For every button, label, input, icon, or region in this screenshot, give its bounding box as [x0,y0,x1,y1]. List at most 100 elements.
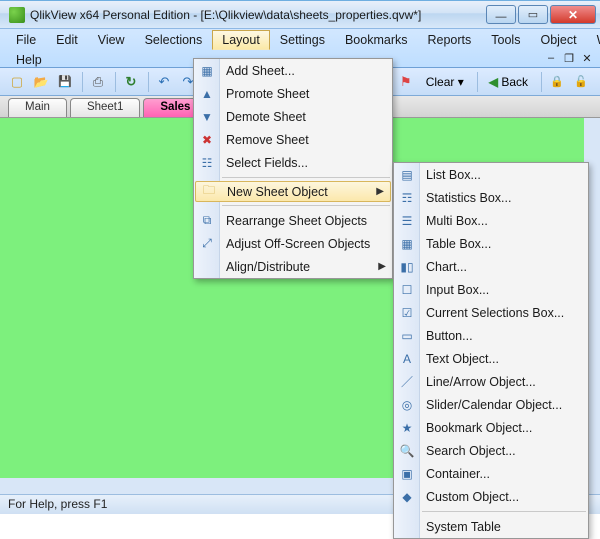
menu-help[interactable]: Help [6,50,52,70]
menu-align-distribute[interactable]: Align/Distribute▶ [194,255,392,278]
clear-flag-icon [395,71,417,93]
menu-text-obj-label: Text Object... [426,352,499,366]
layout-dropdown: ▦Add Sheet... ▲Promote Sheet ▼Demote She… [193,58,393,279]
cursel-icon: ☑ [398,306,416,320]
fields-icon: ☷ [198,156,216,170]
line-icon: ／ [398,373,416,390]
menu-chart[interactable]: ▮▯ Chart... [394,255,588,278]
menu-rearrange[interactable]: ⧉Rearrange Sheet Objects [194,209,392,232]
maximize-button[interactable] [518,5,548,24]
open-file-button[interactable] [30,71,52,93]
back-label: Back [501,75,528,89]
print-button[interactable] [87,71,109,93]
lock-button[interactable] [546,71,568,93]
menu-input-box[interactable]: ☐Input Box... [394,278,588,301]
menu-text-object[interactable]: A Text Object... [394,347,588,370]
menu-chart-label: Chart... [426,260,467,274]
menu-add-sheet-label: Add Sheet... [226,64,295,78]
menu-statistics-box-label: Statistics Box... [426,191,511,205]
menu-system-label: System Table [426,520,501,534]
menu-new-sheet-object[interactable]: 🗀New Sheet Object▶ [195,181,391,202]
button-icon: ▭ [398,329,416,343]
menu-adjust-offscreen[interactable]: ⤢ Adjust Off-Screen Objects [194,232,392,255]
menu-button-label: Button... [426,329,473,343]
menu-button[interactable]: ▭ Button... [394,324,588,347]
menu-table-box-label: Table Box... [426,237,491,251]
menu-separator [222,177,390,178]
menu-container[interactable]: ▣Container... [394,462,588,485]
menu-rearrange-label: Rearrange Sheet Objects [226,214,367,228]
menu-container-label: Container... [426,467,490,481]
menu-add-sheet[interactable]: ▦Add Sheet... [194,59,392,82]
menu-current-selections[interactable]: ☑Current Selections Box... [394,301,588,324]
menu-file[interactable]: File [6,30,46,50]
minimize-button[interactable] [486,5,516,24]
unlock-button[interactable] [570,71,592,93]
chart-icon: ▮▯ [398,260,416,274]
multibox-icon: ☰ [398,214,416,228]
undo-button[interactable] [153,71,175,93]
adjust-icon: ⤢ [198,236,216,251]
menu-edit[interactable]: Edit [46,30,88,50]
menu-separator [422,511,586,512]
menu-bookmarks[interactable]: Bookmarks [335,30,418,50]
menu-line-arrow[interactable]: ／Line/Arrow Object... [394,370,588,393]
menu-custom-object[interactable]: ◆Custom Object... [394,485,588,508]
menu-selections[interactable]: Selections [135,30,213,50]
menu-promote-label: Promote Sheet [226,87,309,101]
slider-icon: ◎ [398,398,416,412]
close-button[interactable] [550,5,596,24]
remove-icon: ✖ [198,133,216,147]
menu-reports[interactable]: Reports [418,30,482,50]
menu-remove-label: Remove Sheet [226,133,309,147]
menu-search-label: Search Object... [426,444,516,458]
save-button[interactable] [54,71,76,93]
menu-layout[interactable]: Layout [212,30,270,50]
menu-remove-sheet[interactable]: ✖ Remove Sheet [194,128,392,151]
toolbar-separator [148,72,149,92]
new-file-button[interactable] [6,71,28,93]
menu-statistics-box[interactable]: ☶Statistics Box... [394,186,588,209]
app-icon [9,7,25,23]
menu-search-object[interactable]: 🔍Search Object... [394,439,588,462]
text-icon: A [398,352,416,366]
new-sheet-object-submenu: ▤List Box... ☶Statistics Box... ☰Multi B… [393,162,589,539]
back-button[interactable]: ◀ Back [482,71,535,93]
menu-bookmark-object[interactable]: ★Bookmark Object... [394,416,588,439]
tab-sheet1[interactable]: Sheet1 [70,98,140,117]
menu-separator [222,205,390,206]
toolbar-separator [477,72,478,92]
menu-list-box[interactable]: ▤List Box... [394,163,588,186]
folder-icon: 🗀 [200,181,218,202]
menu-promote-sheet[interactable]: ▲Promote Sheet [194,82,392,105]
menu-demote-sheet[interactable]: ▼Demote Sheet [194,105,392,128]
menu-slider-label: Slider/Calendar Object... [426,398,562,412]
menu-system-table[interactable]: System Table [394,515,588,538]
menu-slider-calendar[interactable]: ◎ Slider/Calendar Object... [394,393,588,416]
window-buttons [484,5,596,24]
tablebox-icon: ▦ [398,237,416,251]
back-arrow-icon: ◀ [489,75,498,89]
menu-object[interactable]: Object [530,30,586,50]
inputbox-icon: ☐ [398,283,416,297]
menu-select-fields[interactable]: ☷Select Fields... [194,151,392,174]
menu-demote-label: Demote Sheet [226,110,306,124]
menu-multi-box[interactable]: ☰Multi Box... [394,209,588,232]
tab-main[interactable]: Main [8,98,67,117]
clear-label: Clear [426,75,455,89]
clear-button[interactable]: Clear ▾ [419,71,471,93]
submenu-arrow-icon: ▶ [378,261,386,272]
menu-tools[interactable]: Tools [481,30,530,50]
mdi-minimize-button[interactable]: – [544,51,558,65]
toolbar-separator [541,72,542,92]
reload-button[interactable] [120,71,142,93]
menu-adjust-label: Adjust Off-Screen Objects [226,237,370,251]
mdi-restore-button[interactable]: ❐ [562,51,576,65]
menu-view[interactable]: View [88,30,135,50]
custom-icon: ◆ [398,490,416,504]
menu-list-box-label: List Box... [426,168,481,182]
mdi-close-button[interactable]: ✕ [580,51,594,65]
menu-table-box[interactable]: ▦ Table Box... [394,232,588,255]
menu-settings[interactable]: Settings [270,30,335,50]
menu-window[interactable]: Window [587,30,600,50]
